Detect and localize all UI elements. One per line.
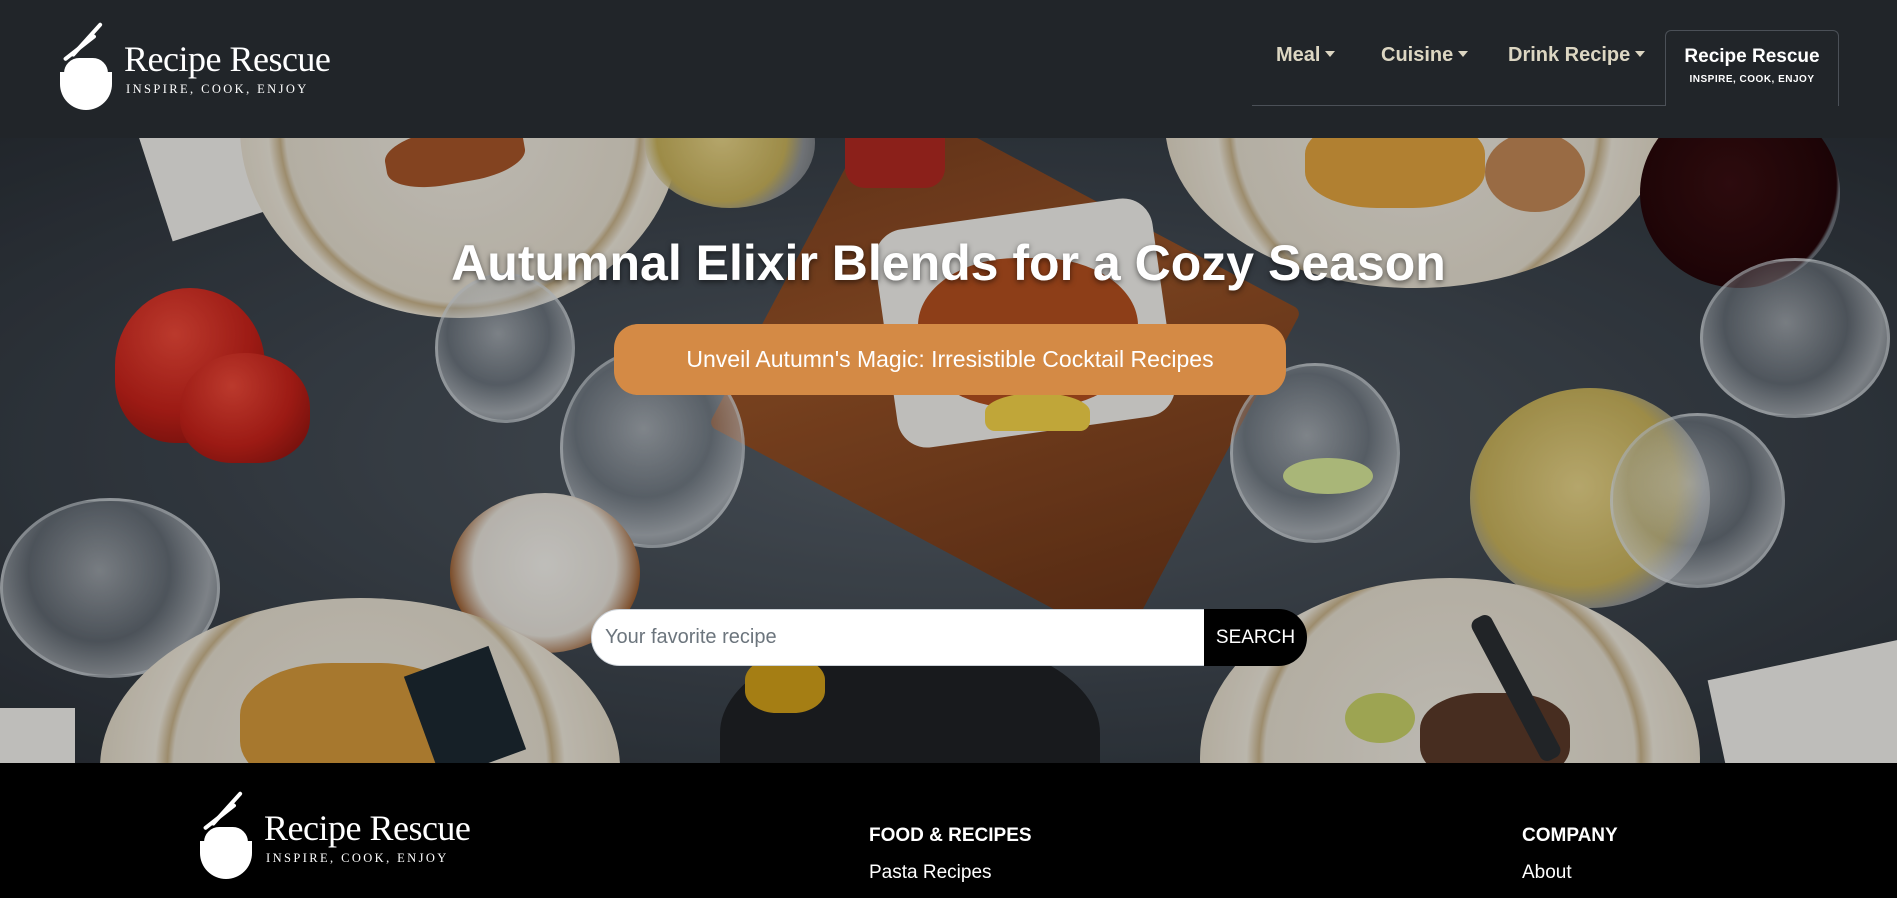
nav-item-label: Drink Recipe (1508, 44, 1631, 66)
search-input[interactable] (591, 609, 1205, 666)
footer-link-pasta-recipes[interactable]: Pasta Recipes (869, 862, 992, 884)
nav-item-cuisine[interactable]: Cuisine (1381, 44, 1469, 67)
brand-logo[interactable]: Recipe Rescue INSPIRE, COOK, ENJOY (50, 21, 331, 114)
search-button[interactable]: SEARCH (1204, 609, 1307, 666)
nav-item-recipe-rescue-active[interactable]: Recipe Rescue INSPIRE, COOK, ENJOY (1665, 30, 1839, 106)
nav-active-title: Recipe Rescue (1684, 46, 1820, 67)
hero-banner: Autumnal Elixir Blends for a Cozy Season… (0, 138, 1897, 763)
navbar: Recipe Rescue INSPIRE, COOK, ENJOY Meal … (0, 0, 1897, 138)
footer: Recipe Rescue INSPIRE, COOK, ENJOY FOOD … (0, 763, 1897, 898)
brand-tagline: INSPIRE, COOK, ENJOY (126, 82, 309, 96)
nav-active-tagline: INSPIRE, COOK, ENJOY (1689, 74, 1815, 85)
nav-item-drink-recipe[interactable]: Drink Recipe (1508, 44, 1646, 67)
bowl-icon (200, 841, 252, 879)
nav-divider (1252, 105, 1666, 106)
footer-heading: COMPANY (1522, 825, 1618, 846)
brand-name: Recipe Rescue (124, 39, 331, 79)
footer-heading: FOOD & RECIPES (869, 825, 1032, 846)
footer-brand-logo[interactable]: Recipe Rescue INSPIRE, COOK, ENJOY (190, 790, 471, 883)
nav-item-label: Meal (1276, 44, 1321, 66)
nav-item-label: Cuisine (1381, 44, 1454, 66)
cocktail-recipes-cta-button[interactable]: Unveil Autumn's Magic: Irresistible Cock… (614, 324, 1286, 395)
footer-link-about[interactable]: About (1522, 862, 1572, 884)
caret-down-icon (1635, 50, 1646, 57)
caret-down-icon (1458, 50, 1469, 57)
bowl-icon (60, 72, 112, 110)
footer-brand-name: Recipe Rescue (264, 808, 471, 848)
hero-overlay (0, 138, 1897, 763)
caret-down-icon (1325, 50, 1336, 57)
hero-title: Autumnal Elixir Blends for a Cozy Season (451, 235, 1446, 291)
footer-brand-tagline: INSPIRE, COOK, ENJOY (266, 851, 449, 865)
nav-item-meal[interactable]: Meal (1276, 44, 1336, 67)
